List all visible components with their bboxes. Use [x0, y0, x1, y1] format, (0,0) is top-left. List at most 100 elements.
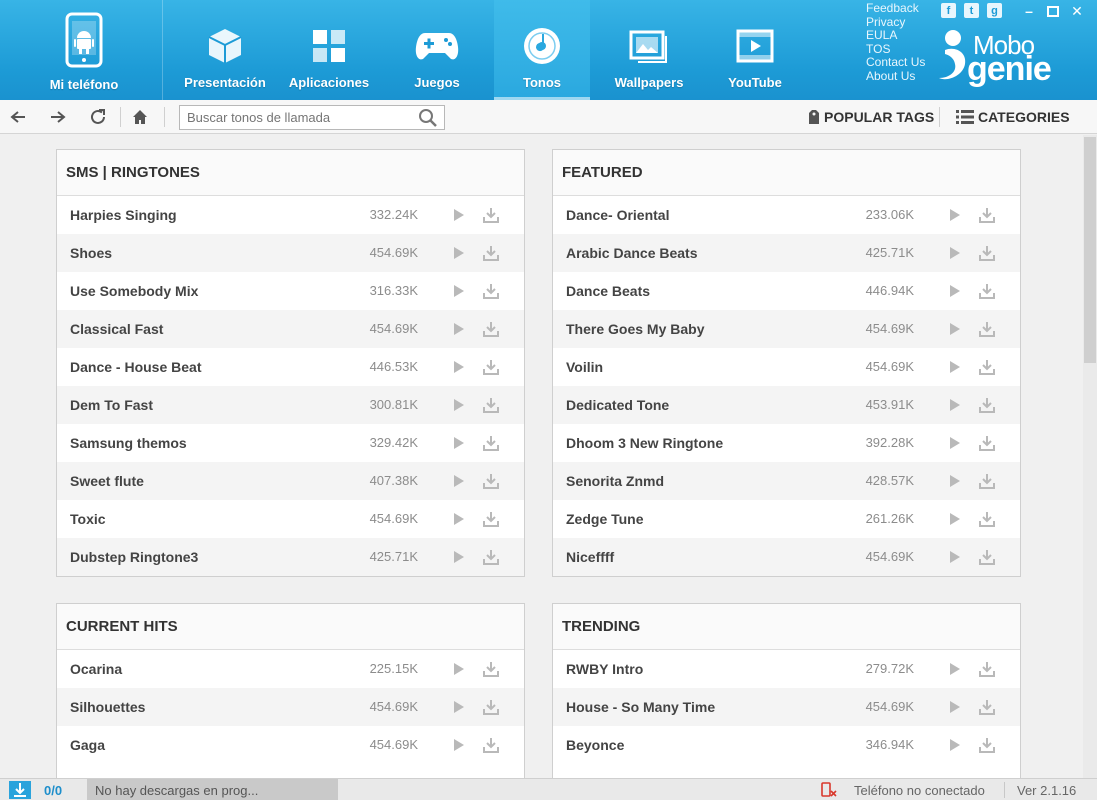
ringtone-row[interactable]: Silhouettes 454.69K [57, 688, 524, 726]
play-icon[interactable] [948, 208, 962, 222]
download-icon[interactable] [482, 548, 500, 566]
close-icon[interactable]: ✕ [1068, 2, 1086, 20]
ringtone-row[interactable]: Beyonce 346.94K [553, 726, 1020, 764]
play-icon[interactable] [948, 398, 962, 412]
ringtone-row[interactable]: Dhoom 3 New Ringtone 392.28K [553, 424, 1020, 462]
download-icon[interactable] [482, 660, 500, 678]
play-icon[interactable] [948, 322, 962, 336]
download-icon[interactable] [978, 434, 996, 452]
play-icon[interactable] [452, 360, 466, 374]
play-icon[interactable] [948, 246, 962, 260]
play-icon[interactable] [948, 738, 962, 752]
ringtone-row[interactable]: Gaga 454.69K [57, 726, 524, 764]
ringtone-row[interactable]: Dubstep Ringtone3 425.71K [57, 538, 524, 576]
ringtone-row[interactable]: Harpies Singing 332.24K [57, 196, 524, 234]
nav-aplicaciones[interactable]: Aplicaciones [282, 0, 376, 100]
ringtone-row[interactable]: Zedge Tune 261.26K [553, 500, 1020, 538]
download-icon[interactable] [978, 282, 996, 300]
ringtone-row[interactable]: Dance- Oriental 233.06K [553, 196, 1020, 234]
download-icon[interactable] [978, 698, 996, 716]
ringtone-row[interactable]: House - So Many Time 454.69K [553, 688, 1020, 726]
popular-tags-button[interactable]: POPULAR TAGS [808, 109, 934, 125]
nav-presentacion[interactable]: Presentación [175, 0, 275, 100]
download-icon[interactable] [482, 698, 500, 716]
download-icon[interactable] [978, 244, 996, 262]
forward-icon[interactable] [46, 105, 70, 129]
download-icon[interactable] [978, 510, 996, 528]
play-icon[interactable] [948, 550, 962, 564]
play-icon[interactable] [452, 512, 466, 526]
play-icon[interactable] [452, 700, 466, 714]
download-icon[interactable] [978, 660, 996, 678]
play-icon[interactable] [948, 474, 962, 488]
tos-link[interactable]: TOS [866, 42, 925, 57]
download-icon[interactable] [482, 736, 500, 754]
back-icon[interactable] [6, 105, 30, 129]
privacy-link[interactable]: Privacy [866, 15, 925, 30]
play-icon[interactable] [452, 246, 466, 260]
play-icon[interactable] [452, 662, 466, 676]
search-icon[interactable] [418, 108, 438, 133]
maximize-icon[interactable] [1044, 2, 1062, 20]
download-icon[interactable] [482, 358, 500, 376]
ringtone-row[interactable]: Samsung themos 329.42K [57, 424, 524, 462]
download-icon[interactable] [482, 206, 500, 224]
ringtone-row[interactable]: Niceffff 454.69K [553, 538, 1020, 576]
nav-tonos[interactable]: Tonos [494, 0, 590, 100]
ringtone-row[interactable]: Sweet flute 407.38K [57, 462, 524, 500]
play-icon[interactable] [452, 284, 466, 298]
nav-youtube[interactable]: YouTube [710, 0, 800, 100]
download-status-message[interactable]: No hay descargas en prog... [87, 779, 338, 800]
eula-link[interactable]: EULA [866, 28, 925, 43]
play-icon[interactable] [452, 550, 466, 564]
download-icon[interactable] [978, 206, 996, 224]
play-icon[interactable] [948, 662, 962, 676]
ringtone-row[interactable]: Use Somebody Mix 316.33K [57, 272, 524, 310]
play-icon[interactable] [452, 322, 466, 336]
play-icon[interactable] [452, 208, 466, 222]
ringtone-row[interactable]: Dance - House Beat 446.53K [57, 348, 524, 386]
download-icon[interactable] [482, 396, 500, 414]
contact-us-link[interactable]: Contact Us [866, 55, 925, 70]
scrollbar-thumb[interactable] [1084, 137, 1096, 363]
play-icon[interactable] [948, 436, 962, 450]
ringtone-row[interactable]: Dance Beats 446.94K [553, 272, 1020, 310]
nav-wallpapers[interactable]: Wallpapers [600, 0, 698, 100]
nav-juegos[interactable]: Juegos [390, 0, 484, 100]
download-icon[interactable] [482, 510, 500, 528]
download-icon[interactable] [978, 548, 996, 566]
ringtone-row[interactable]: Toxic 454.69K [57, 500, 524, 538]
play-icon[interactable] [452, 738, 466, 752]
twitter-icon[interactable]: t [964, 3, 979, 18]
ringtone-row[interactable]: Dedicated Tone 453.91K [553, 386, 1020, 424]
ringtone-row[interactable]: Shoes 454.69K [57, 234, 524, 272]
download-icon[interactable] [482, 472, 500, 490]
play-icon[interactable] [452, 398, 466, 412]
ringtone-row[interactable]: Arabic Dance Beats 425.71K [553, 234, 1020, 272]
play-icon[interactable] [948, 512, 962, 526]
download-icon[interactable] [482, 434, 500, 452]
googleplus-icon[interactable]: g [987, 3, 1002, 18]
vertical-scrollbar[interactable] [1083, 135, 1097, 778]
nav-mi-telefono[interactable]: Mi teléfono [40, 0, 128, 100]
play-icon[interactable] [452, 474, 466, 488]
facebook-icon[interactable]: f [941, 3, 956, 18]
ringtone-row[interactable]: Voilin 454.69K [553, 348, 1020, 386]
download-icon[interactable] [482, 282, 500, 300]
search-input[interactable] [180, 106, 410, 129]
download-icon[interactable] [482, 244, 500, 262]
ringtone-row[interactable]: There Goes My Baby 454.69K [553, 310, 1020, 348]
download-icon[interactable] [978, 396, 996, 414]
feedback-link[interactable]: Feedback [866, 1, 925, 16]
about-us-link[interactable]: About Us [866, 69, 925, 84]
download-arrow-icon[interactable] [9, 781, 31, 799]
ringtone-row[interactable]: RWBY Intro 279.72K [553, 650, 1020, 688]
play-icon[interactable] [948, 360, 962, 374]
download-icon[interactable] [978, 358, 996, 376]
home-icon[interactable] [128, 105, 152, 129]
download-icon[interactable] [482, 320, 500, 338]
play-icon[interactable] [948, 700, 962, 714]
ringtone-row[interactable]: Ocarina 225.15K [57, 650, 524, 688]
minimize-icon[interactable]: – [1020, 2, 1038, 20]
ringtone-row[interactable]: Classical Fast 454.69K [57, 310, 524, 348]
